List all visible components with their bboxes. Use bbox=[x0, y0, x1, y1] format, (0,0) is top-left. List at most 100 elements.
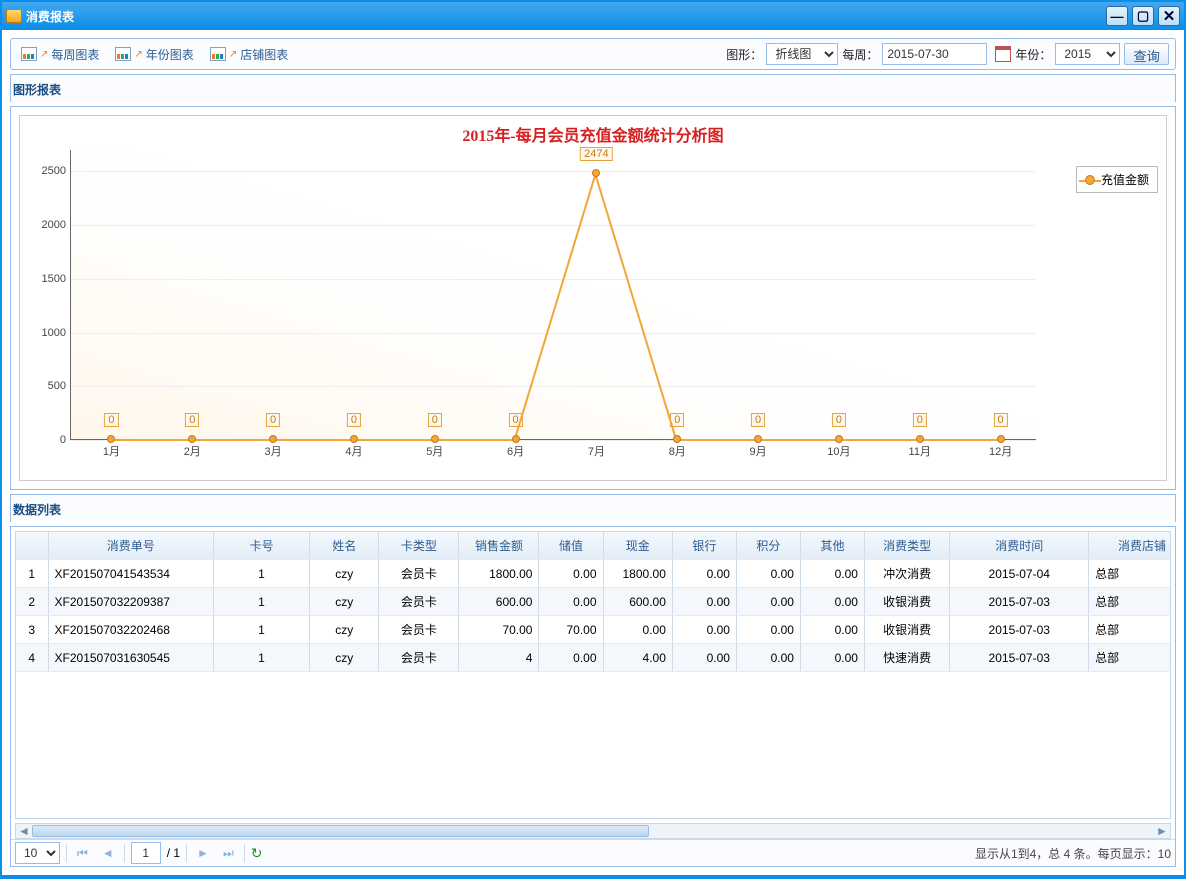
column-header[interactable]: 其他 bbox=[800, 532, 864, 560]
chart-icon bbox=[210, 47, 226, 61]
column-header[interactable]: 消费店铺 bbox=[1089, 532, 1171, 560]
shape-label: 图形： bbox=[726, 46, 762, 63]
column-header[interactable]: 销售金额 bbox=[459, 532, 539, 560]
y-tick: 0 bbox=[60, 434, 66, 446]
table-cell: 0.00 bbox=[800, 644, 864, 672]
x-tick: 10月 bbox=[827, 443, 850, 459]
week-input[interactable] bbox=[882, 43, 987, 65]
x-tick: 5月 bbox=[426, 443, 443, 459]
column-header[interactable]: 银行 bbox=[672, 532, 736, 560]
reload-button[interactable]: ↻ bbox=[251, 845, 263, 862]
horizontal-scrollbar[interactable]: ◄ ► bbox=[15, 823, 1171, 839]
y-tick: 2000 bbox=[42, 219, 66, 231]
scroll-right-icon[interactable]: ► bbox=[1154, 824, 1170, 838]
data-point bbox=[188, 435, 196, 443]
table-cell: 1 bbox=[213, 560, 309, 588]
close-button[interactable]: ✕ bbox=[1158, 6, 1180, 26]
table-cell: 总部 bbox=[1089, 616, 1171, 644]
table-cell: 2015-07-03 bbox=[950, 588, 1089, 616]
shape-select[interactable]: 折线图 bbox=[766, 43, 838, 65]
page-input[interactable] bbox=[131, 842, 161, 864]
table-cell: 冲次消费 bbox=[864, 560, 949, 588]
year-label: 年份： bbox=[1015, 46, 1051, 63]
next-page-button[interactable]: ► bbox=[193, 844, 213, 862]
x-tick: 1月 bbox=[103, 443, 120, 459]
table-cell: 70.00 bbox=[459, 616, 539, 644]
scroll-thumb[interactable] bbox=[32, 825, 649, 837]
table-row[interactable]: 4XF2015070316305451czy会员卡40.004.000.000.… bbox=[16, 644, 1171, 672]
table-cell: 0.00 bbox=[736, 616, 800, 644]
table-cell: 0.00 bbox=[800, 560, 864, 588]
table-row[interactable]: 2XF2015070322093871czy会员卡600.000.00600.0… bbox=[16, 588, 1171, 616]
table-cell: 0.00 bbox=[736, 560, 800, 588]
tab-year-chart[interactable]: ↗ 年份图表 bbox=[111, 44, 197, 65]
legend-marker-icon bbox=[1085, 175, 1095, 185]
table-cell: XF201507041543534 bbox=[48, 560, 213, 588]
data-point bbox=[916, 435, 924, 443]
chart-title: 2015年-每月会员充值金额统计分析图 bbox=[20, 116, 1166, 150]
table-row[interactable]: 1XF2015070415435341czy会员卡1800.000.001800… bbox=[16, 560, 1171, 588]
column-header[interactable] bbox=[16, 532, 48, 560]
x-tick: 9月 bbox=[750, 443, 767, 459]
table-cell: 总部 bbox=[1089, 588, 1171, 616]
x-tick: 2月 bbox=[184, 443, 201, 459]
prev-page-button[interactable]: ◄ bbox=[98, 844, 118, 862]
scroll-left-icon[interactable]: ◄ bbox=[16, 824, 32, 838]
last-page-button[interactable]: ⏭ bbox=[219, 844, 238, 863]
data-point bbox=[997, 435, 1005, 443]
x-tick: 7月 bbox=[588, 443, 605, 459]
table-cell: 70.00 bbox=[539, 616, 603, 644]
pager-info: 显示从1到4，总 4 条。每页显示：10 bbox=[975, 845, 1171, 862]
week-label: 每周： bbox=[842, 46, 878, 63]
tab-store-chart[interactable]: ↗ 店铺图表 bbox=[206, 44, 292, 65]
table-cell: 2015-07-03 bbox=[950, 644, 1089, 672]
y-tick: 1500 bbox=[42, 273, 66, 285]
column-header[interactable]: 现金 bbox=[603, 532, 672, 560]
folder-icon bbox=[6, 9, 22, 23]
table-cell: 总部 bbox=[1089, 560, 1171, 588]
column-header[interactable]: 姓名 bbox=[310, 532, 379, 560]
year-select[interactable]: 2015 bbox=[1055, 43, 1120, 65]
table-cell: czy bbox=[310, 644, 379, 672]
arrow-icon: ↗ bbox=[40, 49, 48, 60]
chart-icon bbox=[115, 47, 131, 61]
column-header[interactable]: 积分 bbox=[736, 532, 800, 560]
chart-icon bbox=[21, 47, 37, 61]
chart-plot-area: 1月02月03月04月05月06月07月24748月09月010月011月012… bbox=[70, 150, 1156, 470]
table-cell: 1 bbox=[213, 616, 309, 644]
table-cell: 600.00 bbox=[459, 588, 539, 616]
x-tick: 6月 bbox=[507, 443, 524, 459]
table-cell: 4 bbox=[16, 644, 48, 672]
query-button[interactable]: 查询 bbox=[1124, 43, 1169, 65]
chart-panel: 2015年-每月会员充值金额统计分析图 充值金额 1月02月03月04月05月0… bbox=[10, 106, 1176, 490]
table-cell: 总部 bbox=[1089, 644, 1171, 672]
column-header[interactable]: 消费类型 bbox=[864, 532, 949, 560]
table-cell: 会员卡 bbox=[379, 616, 459, 644]
column-header[interactable]: 卡号 bbox=[213, 532, 309, 560]
page-size-select[interactable]: 10 bbox=[15, 842, 60, 864]
table-cell: 0.00 bbox=[672, 588, 736, 616]
table-cell: 会员卡 bbox=[379, 644, 459, 672]
data-point bbox=[107, 435, 115, 443]
x-tick: 11月 bbox=[909, 443, 931, 459]
first-page-button[interactable]: ⏮ bbox=[73, 844, 92, 863]
table-section-header: 数据列表 bbox=[10, 494, 1176, 522]
minimize-button[interactable]: — bbox=[1106, 6, 1128, 26]
x-tick: 12月 bbox=[989, 443, 1012, 459]
table-cell: 1800.00 bbox=[459, 560, 539, 588]
column-header[interactable]: 消费时间 bbox=[950, 532, 1089, 560]
maximize-button[interactable]: ▢ bbox=[1132, 6, 1154, 26]
table-cell: 600.00 bbox=[603, 588, 672, 616]
data-point bbox=[431, 435, 439, 443]
calendar-icon[interactable] bbox=[995, 46, 1011, 62]
data-point bbox=[350, 435, 358, 443]
column-header[interactable]: 消费单号 bbox=[48, 532, 213, 560]
y-tick: 1000 bbox=[42, 327, 66, 339]
table-cell: 2015-07-03 bbox=[950, 616, 1089, 644]
tab-weekly-chart[interactable]: ↗ 每周图表 bbox=[17, 44, 103, 65]
column-header[interactable]: 储值 bbox=[539, 532, 603, 560]
table-cell: 4.00 bbox=[603, 644, 672, 672]
table-scroll[interactable]: 消费单号卡号姓名卡类型销售金额储值现金银行积分其他消费类型消费时间消费店铺 1X… bbox=[15, 531, 1171, 819]
table-row[interactable]: 3XF2015070322024681czy会员卡70.0070.000.000… bbox=[16, 616, 1171, 644]
column-header[interactable]: 卡类型 bbox=[379, 532, 459, 560]
